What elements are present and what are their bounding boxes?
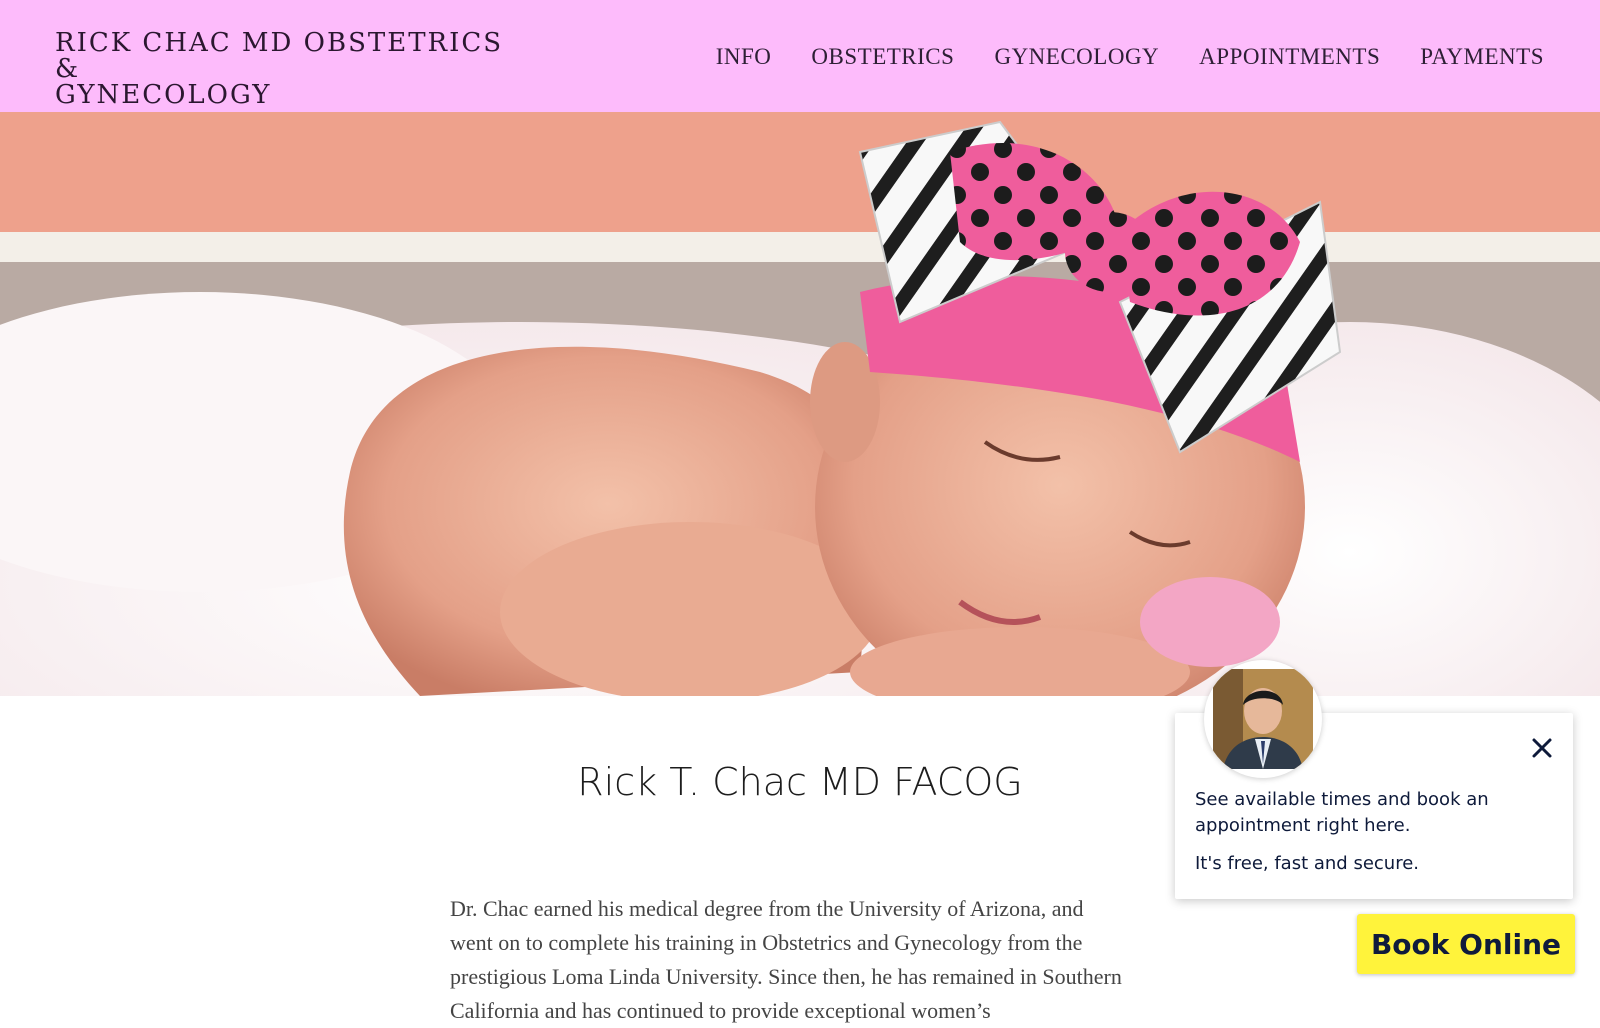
hero-image: [0, 112, 1600, 696]
doctor-avatar: [1204, 660, 1322, 778]
newborn-photo: [0, 112, 1600, 696]
booking-popup-tagline: It's free, fast and secure.: [1195, 853, 1420, 874]
booking-popup-message: See available times and book an appointm…: [1195, 789, 1489, 836]
nav-gynecology[interactable]: GYNECOLOGY: [994, 44, 1159, 70]
nav-obstetrics[interactable]: OBSTETRICS: [811, 44, 954, 70]
main-nav: INFO OBSTETRICS GYNECOLOGY APPOINTMENTS …: [716, 44, 1544, 70]
site-title-line2[interactable]: GYNECOLOGY: [55, 82, 525, 108]
doctor-photo: [1213, 669, 1313, 769]
book-online-button[interactable]: Book Online: [1357, 914, 1575, 974]
nav-appointments[interactable]: APPOINTMENTS: [1199, 44, 1380, 70]
site-title[interactable]: RICK CHAC MD OBSTETRICS & GYNECOLOGY: [55, 30, 525, 108]
nav-payments[interactable]: PAYMENTS: [1420, 44, 1544, 70]
page-title: Rick T. Chac MD FACOG: [577, 760, 1023, 804]
site-title-line1[interactable]: RICK CHAC MD OBSTETRICS &: [55, 30, 525, 82]
site-header: RICK CHAC MD OBSTETRICS & GYNECOLOGY INF…: [0, 0, 1600, 113]
doctor-bio: Dr. Chac earned his medical degree from …: [450, 896, 1122, 1023]
nav-info[interactable]: INFO: [716, 44, 772, 70]
close-icon[interactable]: [1529, 735, 1555, 761]
